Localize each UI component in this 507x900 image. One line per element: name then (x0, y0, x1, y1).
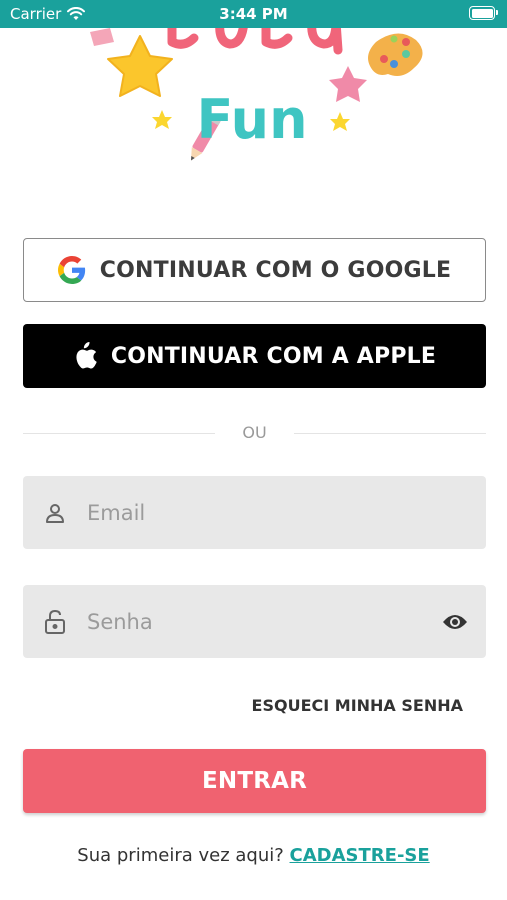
google-button-label: CONTINUAR COM O GOOGLE (99, 257, 452, 283)
logo-pink-flag (90, 28, 114, 46)
logo-top-word (167, 28, 343, 55)
logo-star-pink (329, 66, 367, 102)
signup-link[interactable]: CADASTRE-SE (290, 845, 430, 866)
status-time: 3:44 PM (219, 5, 288, 23)
signup-prompt: Sua primeira vez aqui? CADASTRE-SE (0, 845, 507, 866)
battery-icon (469, 6, 498, 20)
logo-star-big (107, 35, 173, 97)
logo-star-small-left (152, 110, 172, 129)
email-field-container (23, 476, 486, 549)
logo-star-small-right (330, 112, 350, 131)
app-logo: Fun (90, 28, 423, 161)
submit-button[interactable]: ENTRAR (23, 749, 486, 813)
or-divider: OU (23, 420, 486, 448)
palette-icon (368, 33, 423, 76)
apple-button-label: CONTINUAR COM A APPLE (110, 343, 437, 369)
logo-word: Fun (196, 88, 307, 151)
apple-sign-in-button[interactable]: CONTINUAR COM A APPLE (23, 324, 486, 388)
signup-prompt-text: Sua primeira vez aqui? (77, 845, 284, 866)
apple-icon (76, 342, 97, 369)
submit-button-label: ENTRAR (201, 768, 308, 794)
password-field-container (23, 585, 486, 658)
eye-icon[interactable] (424, 613, 486, 631)
google-icon (57, 256, 85, 284)
google-sign-in-button[interactable]: CONTINUAR COM O GOOGLE (23, 238, 486, 302)
divider-line-right (294, 433, 486, 434)
status-bar: Carrier 3:44 PM (0, 0, 507, 28)
forgot-password-link[interactable]: ESQUECI MINHA SENHA (252, 696, 463, 715)
lock-icon (23, 609, 87, 635)
password-input[interactable] (87, 585, 424, 658)
user-icon (23, 501, 87, 525)
email-input[interactable] (87, 476, 486, 549)
